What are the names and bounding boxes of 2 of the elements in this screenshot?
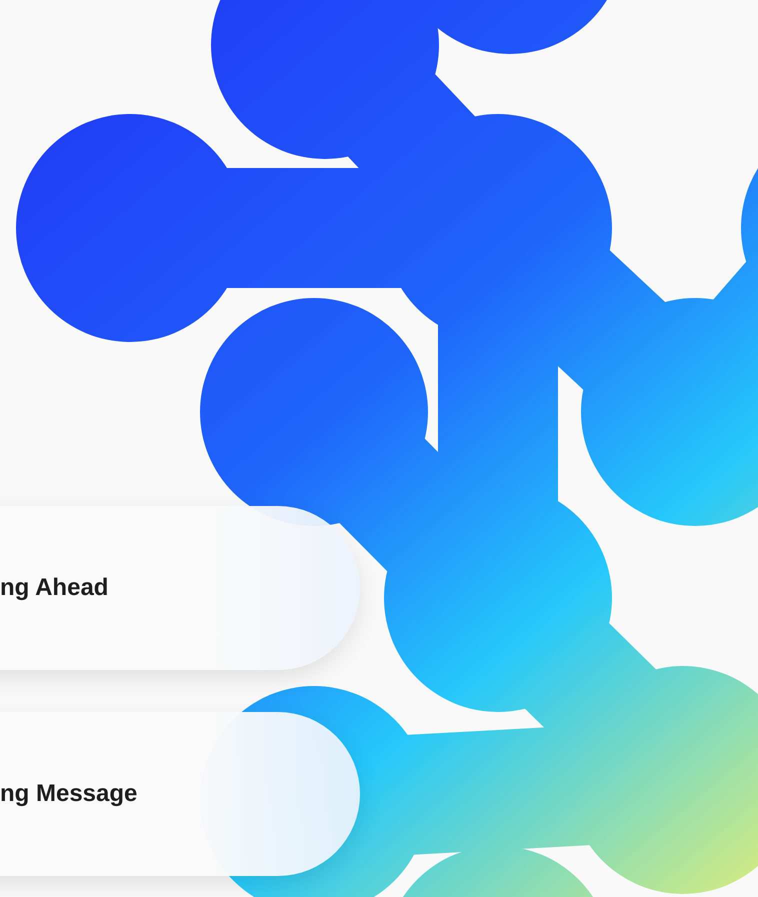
card-title: ng Message [0,780,138,808]
card-title: ng Ahead [0,574,108,602]
